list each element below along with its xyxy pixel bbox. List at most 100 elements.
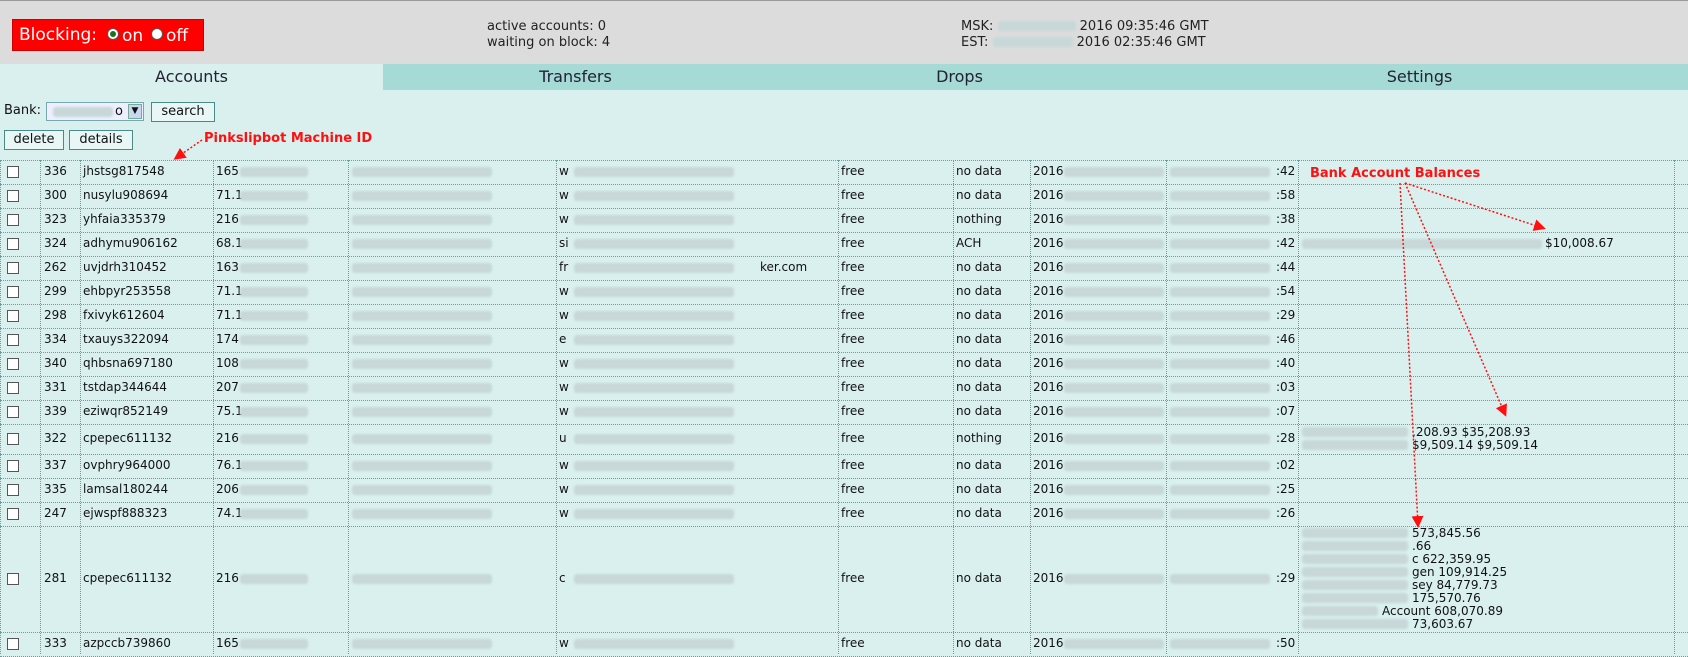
row-checkbox[interactable] — [7, 358, 19, 370]
tab-drops[interactable]: Drops — [768, 64, 1151, 90]
bank-select[interactable]: o ▼ — [46, 102, 144, 121]
blocking-on-option[interactable]: on — [107, 26, 143, 46]
redacted-text — [1170, 461, 1270, 471]
waiting-on-block: waiting on block: 4 — [487, 35, 611, 50]
machine-id: cpepec611132 — [83, 431, 173, 445]
delete-button[interactable]: delete — [4, 130, 64, 150]
machine-id: jhstsg817548 — [83, 164, 165, 178]
row-checkbox[interactable] — [7, 573, 19, 585]
redacted-text — [352, 287, 492, 297]
site-url: w — [559, 356, 569, 370]
redacted-text — [1170, 434, 1270, 444]
row-checkbox[interactable] — [7, 190, 19, 202]
redacted-text — [574, 639, 734, 649]
site-url: w — [559, 404, 569, 418]
data-type: no data — [956, 188, 1002, 202]
ip-address: 165 — [216, 164, 239, 178]
site-url: c — [559, 571, 566, 585]
nav-tabs: Accounts Transfers Drops Settings — [0, 64, 1688, 90]
site-url: w — [559, 458, 569, 472]
machine-id: tstdap344644 — [83, 380, 168, 394]
redacted-text — [1064, 461, 1164, 471]
site-url: w — [559, 164, 569, 178]
redacted-text — [1302, 541, 1408, 551]
row-checkbox[interactable] — [7, 406, 19, 418]
time-tail: :07 — [1276, 404, 1296, 418]
redacted-text — [352, 574, 492, 584]
row-checkbox[interactable] — [7, 262, 19, 274]
row-checkbox[interactable] — [7, 238, 19, 250]
redacted-text — [1170, 359, 1270, 369]
site-url-tail: ker.com — [760, 260, 808, 274]
msk-time: 2016 09:35:46 GMT — [1079, 19, 1209, 34]
row-id: 331 — [44, 380, 67, 394]
row-checkbox[interactable] — [7, 433, 19, 445]
radio-on[interactable] — [107, 28, 119, 40]
search-button[interactable]: search — [151, 102, 215, 122]
redacted-text — [352, 509, 492, 519]
balance-line: gen 109,914.25 — [1412, 565, 1508, 579]
site-url: w — [559, 636, 569, 650]
tab-settings[interactable]: Settings — [1151, 64, 1688, 90]
redacted-text — [1170, 383, 1270, 393]
site-url: w — [559, 482, 569, 496]
redacted-text — [1064, 167, 1164, 177]
date: 2016 — [1033, 236, 1064, 250]
redacted-text — [1170, 215, 1270, 225]
tab-accounts[interactable]: Accounts — [0, 64, 383, 90]
status: free — [841, 188, 865, 202]
row-checkbox[interactable] — [7, 638, 19, 650]
machine-id: adhymu906162 — [83, 236, 178, 250]
ip-address: 163 — [216, 260, 239, 274]
balance-line: 175,570.76 — [1412, 591, 1481, 605]
row-checkbox[interactable] — [7, 214, 19, 226]
row-checkbox[interactable] — [7, 382, 19, 394]
row-checkbox[interactable] — [7, 460, 19, 472]
balance-line: $9,509.14 $9,509.14 — [1412, 438, 1538, 452]
blocking-off-option[interactable]: off — [151, 26, 188, 46]
redacted-text — [240, 485, 308, 495]
balance-line: ,208.93 $35,208.93 — [1412, 425, 1531, 439]
machine-id: cpepec611132 — [83, 571, 173, 585]
row-checkbox[interactable] — [7, 310, 19, 322]
tab-transfers[interactable]: Transfers — [383, 64, 768, 90]
annotation-machine-id: Pinkslipbot Machine ID — [204, 131, 373, 146]
status: free — [841, 308, 865, 322]
row-checkbox[interactable] — [7, 334, 19, 346]
row-checkbox[interactable] — [7, 286, 19, 298]
row-id: 323 — [44, 212, 67, 226]
redacted-text — [1302, 239, 1542, 249]
ip-address: 206 — [216, 482, 239, 496]
ip-address: 71.1 — [216, 308, 243, 322]
row-checkbox[interactable] — [7, 166, 19, 178]
redacted-text — [574, 215, 734, 225]
redacted-text — [1302, 567, 1408, 577]
redacted-text — [574, 461, 734, 471]
row-checkbox[interactable] — [7, 508, 19, 520]
site-url: u — [559, 431, 567, 445]
site-url: w — [559, 188, 569, 202]
chevron-down-icon[interactable]: ▼ — [128, 104, 142, 119]
redacted-text — [1064, 485, 1164, 495]
redacted-text — [1064, 287, 1164, 297]
redacted-text — [1064, 407, 1164, 417]
time-tail: :25 — [1276, 482, 1296, 496]
row-id: 339 — [44, 404, 67, 418]
details-button[interactable]: details — [69, 130, 133, 150]
date: 2016 — [1033, 636, 1064, 650]
redacted-text — [240, 215, 308, 225]
redacted-text — [1170, 639, 1270, 649]
redacted-text — [352, 434, 492, 444]
row-id: 299 — [44, 284, 67, 298]
row-checkbox[interactable] — [7, 484, 19, 496]
data-type: no data — [956, 482, 1002, 496]
date: 2016 — [1033, 188, 1064, 202]
redacted-text — [352, 359, 492, 369]
redacted-text — [240, 239, 308, 249]
redacted-text — [352, 191, 492, 201]
time-tail: :42 — [1276, 164, 1296, 178]
machine-id: ovphry964000 — [83, 458, 171, 472]
radio-off[interactable] — [151, 28, 163, 40]
data-type: no data — [956, 164, 1002, 178]
ip-address: 216 — [216, 212, 239, 226]
